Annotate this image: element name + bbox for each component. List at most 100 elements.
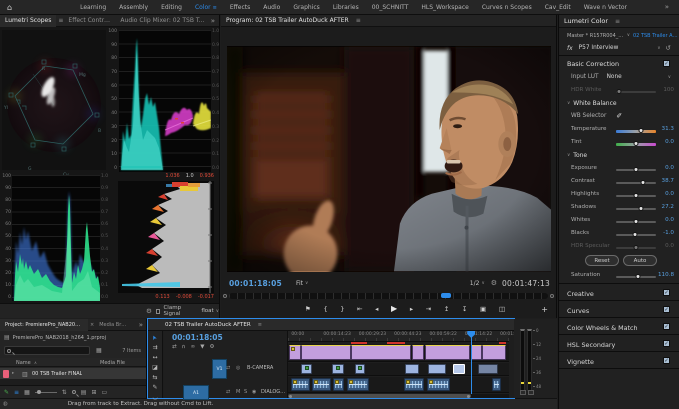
tint-slider-knob[interactable] [634, 141, 639, 146]
reset-effect-icon[interactable]: ↺ [666, 44, 671, 52]
timeline-clip[interactable] [405, 364, 419, 374]
contrast-slider-track[interactable] [616, 182, 656, 184]
creative-checkbox[interactable]: ✓ [663, 289, 670, 296]
curves-checkbox[interactable]: ✓ [663, 306, 670, 313]
timeline-clip[interactable] [351, 345, 411, 360]
program-scrub-thumb[interactable] [441, 293, 451, 298]
project-item-row[interactable]: ▸ ▥ 00 TSB Trailer FINAL [0, 368, 146, 379]
program-panel-menu-icon[interactable]: ≡ [356, 17, 361, 24]
blacks-slider-track[interactable] [616, 234, 656, 236]
timeline-clip[interactable] [291, 378, 310, 391]
new-bin-button[interactable]: ▤ [81, 389, 87, 396]
tint-slider-track[interactable] [616, 143, 656, 146]
timeline-clip[interactable] [301, 345, 351, 360]
source-patch-v1[interactable]: V1 [212, 359, 227, 379]
timeline-scrollbar[interactable] [288, 394, 509, 398]
hdr-specular-slider-knob[interactable] [634, 245, 639, 250]
label-color-chip[interactable] [3, 370, 9, 378]
input-lut-dropdown[interactable]: None [607, 74, 622, 80]
tab-lumetri-color[interactable]: Lumetri Color [559, 15, 613, 27]
section-curves[interactable]: Curves✓ [559, 302, 679, 318]
timeline-clip[interactable] [428, 364, 446, 374]
voiceover-record-icon[interactable]: ◉ [252, 389, 256, 395]
highlights-slider-knob[interactable] [634, 193, 639, 198]
saturation-slider-track[interactable] [616, 276, 656, 278]
tab-media-browser[interactable]: Media Browser [94, 319, 134, 331]
hdr-specular-value[interactable]: 0.0 [665, 243, 674, 249]
timeline-clip[interactable] [333, 378, 344, 391]
twirl-icon[interactable]: ▸ [12, 371, 14, 376]
step-back-button[interactable]: ◂ [375, 303, 378, 315]
shadows-value[interactable]: 27.2 [662, 204, 674, 210]
section-hsl-secondary[interactable]: HSL Secondary✓ [559, 336, 679, 352]
timeline-clip[interactable] [412, 345, 424, 360]
section-color-wheels-match[interactable]: Color Wheels & Match✓ [559, 319, 679, 335]
preset-name[interactable]: P57 Interview [579, 45, 619, 51]
timeline-clip[interactable] [301, 364, 312, 374]
workspace-tab-learning[interactable]: Learning [80, 4, 106, 11]
project-tab-overflow-icon[interactable]: » [139, 321, 143, 329]
program-timecode[interactable]: 00:01:18:05 [229, 279, 282, 288]
tab-lumetri-scopes[interactable]: Lumetri Scopes [0, 15, 56, 27]
eyedropper-icon[interactable]: ✐ [616, 112, 622, 120]
home-icon[interactable]: ⌂ [7, 3, 12, 12]
list-view-button[interactable]: ≡ [14, 389, 19, 396]
hdr-white-slider-track[interactable] [616, 91, 656, 93]
insert-overwrite-icon[interactable]: ⇄ [172, 344, 177, 350]
tint-value[interactable]: 0.0 [665, 139, 674, 145]
tab-project[interactable]: Project: PremierePro_NAB2018_h264_1 [0, 319, 88, 331]
whites-value[interactable]: 0.0 [665, 217, 674, 223]
saturation-slider-knob[interactable] [635, 274, 640, 279]
track-select-forward-tool[interactable]: ⇉ [152, 343, 157, 352]
workspace-tab-00-schnitt[interactable]: 00_SCHNITT [372, 4, 409, 11]
add-marker-button[interactable]: ⚑ [305, 303, 311, 315]
tab-audio-clip-mixer[interactable]: Audio Clip Mixer: 02 TSB Trailer AutoDuc… [115, 15, 210, 27]
basic-correction-header[interactable]: Basic Correction ✓ [559, 57, 679, 70]
project-search-input[interactable] [4, 346, 90, 355]
shadows-slider-knob[interactable] [638, 206, 643, 211]
highlights-value[interactable]: 0.0 [665, 191, 674, 197]
timeline-scrollbar-thumb[interactable] [288, 394, 471, 398]
hdr-white-value[interactable]: 100 [663, 87, 674, 93]
workspace-tab-wave-n-vector[interactable]: Wave n Vector [584, 4, 627, 11]
razor-tool[interactable]: ◪ [152, 363, 158, 372]
tab-effect-controls[interactable]: Effect Controls [63, 15, 115, 27]
track-sync-lock-icon[interactable]: ⇄ [226, 365, 230, 371]
step-forward-button[interactable]: ▸ [410, 303, 413, 315]
lift-button[interactable]: ↥ [444, 303, 449, 315]
exposure-value[interactable]: 0.0 [665, 165, 674, 171]
zoom-slider[interactable] [35, 392, 57, 393]
auto-button[interactable]: Auto [623, 255, 657, 266]
timeline-clip[interactable] [427, 378, 450, 391]
clip-name[interactable]: 00 TSB Trailer FINAL [32, 371, 82, 377]
sequence-clip-link[interactable]: 02 TSB Trailer AutoDu… [633, 33, 679, 39]
snap-icon[interactable]: ∩ [182, 344, 186, 350]
column-media-file[interactable]: Media File [100, 360, 125, 366]
vignette-checkbox[interactable]: ✓ [663, 357, 670, 364]
scope-mode-dropdown[interactable]: float [201, 308, 213, 314]
project-writable-toggle[interactable]: ✎ [4, 389, 9, 396]
tone-header[interactable]: ∨ Tone [559, 149, 679, 161]
new-item-button[interactable]: ⊞ [91, 389, 96, 396]
audio-track-name[interactable]: DIALOG… [261, 389, 285, 395]
timeline-clip[interactable] [289, 345, 300, 360]
timeline-clip[interactable] [492, 378, 501, 391]
workspace-tab-editing[interactable]: Editing [161, 4, 182, 11]
white-balance-header[interactable]: ∨ White Balance [559, 97, 679, 109]
play-button[interactable]: ▶ [391, 303, 397, 315]
button-editor-plus[interactable]: + [541, 305, 548, 314]
meter-solo-left-button[interactable] [520, 390, 526, 395]
timeline-clip[interactable] [312, 378, 331, 391]
master-clip-dropdown[interactable]: Master * R157R004_180… [567, 33, 625, 39]
tab-program[interactable]: Program: 02 TSB Trailer AutoDuck AFTER [221, 15, 354, 27]
program-settings-icon[interactable]: ⚙ [491, 279, 497, 287]
program-scrub-bar[interactable] [229, 293, 548, 299]
source-patch-a1[interactable]: A1 [183, 385, 209, 400]
go-to-in-button[interactable]: ⇤ [357, 303, 362, 315]
timeline-clip[interactable] [355, 364, 365, 374]
shadows-slider-track[interactable] [616, 208, 656, 210]
timeline-panel-menu-icon[interactable]: ≡ [258, 322, 262, 328]
pen-tool[interactable]: ✎ [152, 383, 157, 392]
track-output-eye-icon[interactable]: ◎ [236, 365, 240, 371]
fit-dropdown[interactable]: Fit [296, 280, 303, 287]
